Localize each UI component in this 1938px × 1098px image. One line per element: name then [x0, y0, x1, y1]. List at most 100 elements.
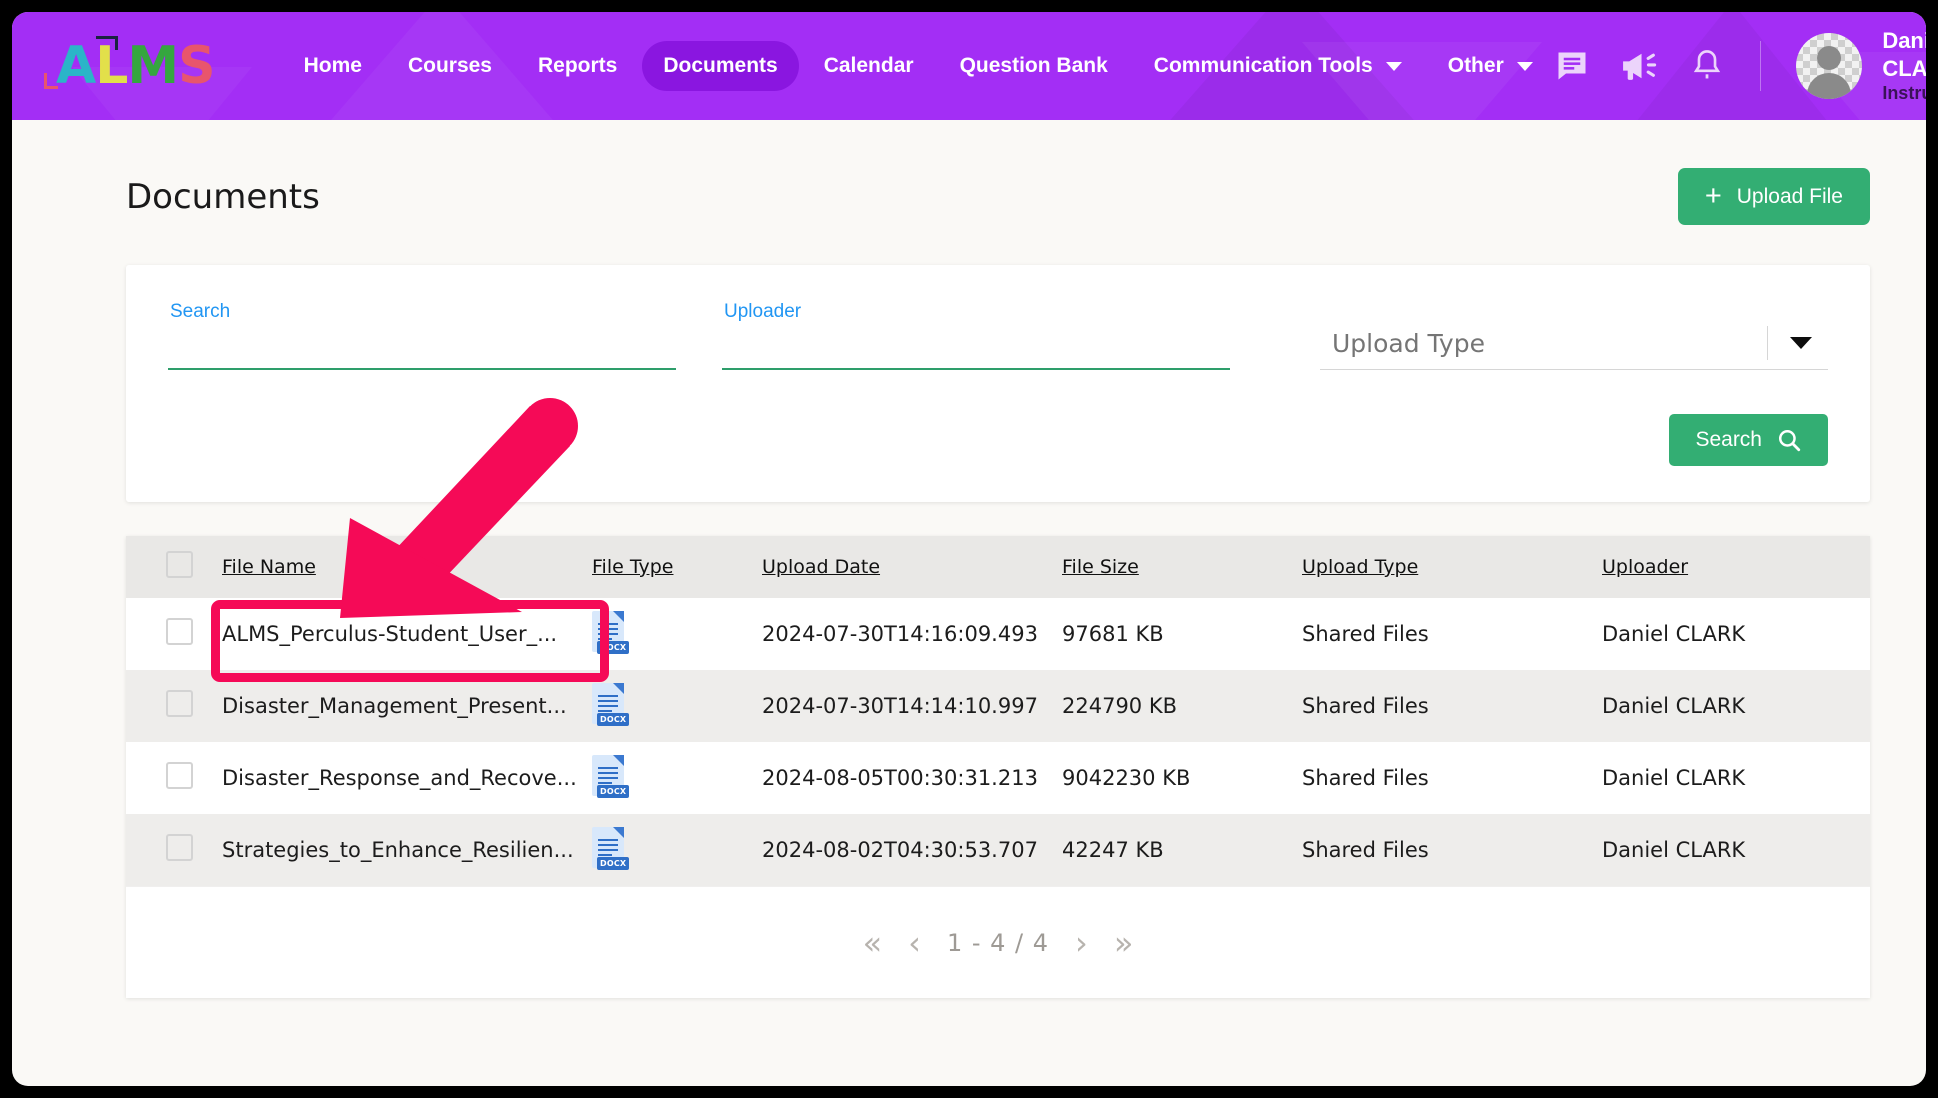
uploader-label: Uploader	[724, 301, 802, 322]
upload-file-label: Upload File	[1736, 184, 1843, 208]
avatar[interactable]	[1796, 33, 1863, 99]
app-window: A L M S Home Courses Reports Documents C…	[12, 12, 1926, 1086]
search-input[interactable]	[168, 323, 676, 370]
cell-file-size: 9042230 KB	[1062, 766, 1191, 790]
user-info[interactable]: Daniel CLARK Instructor	[1882, 27, 1926, 105]
row-select-cell	[126, 670, 222, 742]
row-checkbox[interactable]	[166, 690, 193, 717]
nav-label: Calendar	[823, 54, 914, 77]
cell-file-name[interactable]: Strategies_to_Enhance_Resilien...	[222, 814, 592, 886]
row-select-cell	[126, 742, 222, 814]
cell-file-name[interactable]: Disaster_Management_Present...	[222, 670, 592, 742]
chevron-down-icon	[1385, 61, 1402, 71]
cell-upload-type: Shared Files	[1302, 622, 1429, 646]
uploader-input[interactable]	[722, 323, 1230, 370]
message-icon[interactable]	[1554, 48, 1590, 84]
nav-item-other[interactable]: Other	[1427, 41, 1554, 91]
uploader-field-group: Uploader	[722, 301, 1230, 370]
row-checkbox[interactable]	[166, 762, 193, 789]
documents-table: File Name File Type Upload Date File Siz…	[126, 536, 1870, 886]
table-row[interactable]: Disaster_Management_Present... DOCX 2024…	[126, 670, 1870, 742]
cell-upload-type: Shared Files	[1302, 694, 1429, 718]
nav-label: Reports	[537, 54, 618, 77]
logo-letter-m: M	[127, 36, 179, 96]
table-head: File Name File Type Upload Date File Siz…	[126, 536, 1870, 598]
nav-item-courses[interactable]: Courses	[387, 41, 513, 91]
column-header-upload-type[interactable]: Upload Type	[1302, 536, 1602, 598]
table-row[interactable]: Disaster_Response_and_Recove... DOCX 202…	[126, 742, 1870, 814]
select-all-header	[126, 536, 222, 598]
cell-uploader: Daniel CLARK	[1602, 766, 1746, 790]
nav-label: Question Bank	[959, 54, 1108, 77]
column-header-uploader[interactable]: Uploader	[1602, 536, 1870, 598]
alms-logo[interactable]: A L M S	[44, 36, 216, 96]
column-header-file-type[interactable]: File Type	[592, 536, 762, 598]
filter-fields-row: Search Uploader Upload Type	[168, 299, 1828, 370]
chevron-down-icon[interactable]	[1790, 336, 1812, 349]
page-body: Documents + Upload File Search Uploader	[12, 120, 1926, 998]
column-header-upload-date[interactable]: Upload Date	[762, 536, 1062, 598]
cell-upload-type: Shared Files	[1302, 838, 1429, 862]
column-label: Uploader	[1602, 556, 1689, 578]
select-all-checkbox[interactable]	[166, 551, 193, 578]
announcement-icon[interactable]	[1620, 48, 1660, 84]
cell-file-type: DOCX	[592, 814, 762, 886]
nav-item-home[interactable]: Home	[283, 41, 383, 91]
nav-item-calendar[interactable]: Calendar	[803, 41, 935, 91]
top-navigation-bar: A L M S Home Courses Reports Documents C…	[12, 12, 1926, 120]
upload-type-select[interactable]: Upload Type	[1320, 321, 1828, 370]
nav-item-reports[interactable]: Reports	[517, 41, 638, 91]
docx-badge-label: DOCX	[597, 857, 630, 870]
header-actions: Daniel CLARK Instructor	[1554, 27, 1926, 105]
pagination-prev-button[interactable]: ‹	[908, 927, 921, 959]
notification-bell-icon[interactable]	[1690, 48, 1724, 84]
row-checkbox[interactable]	[166, 834, 193, 861]
logo-mark-top-right	[96, 36, 118, 50]
cell-file-size: 42247 KB	[1062, 838, 1164, 862]
nav-item-communication-tools[interactable]: Communication Tools	[1133, 41, 1423, 91]
select-divider	[1767, 325, 1768, 360]
nav-item-question-bank[interactable]: Question Bank	[939, 41, 1129, 91]
upload-type-placeholder: Upload Type	[1332, 329, 1485, 358]
cell-file-type: DOCX	[592, 598, 762, 670]
nav-item-documents[interactable]: Documents	[642, 41, 799, 91]
cell-file-name[interactable]: Disaster_Response_and_Recove...	[222, 742, 592, 814]
logo-letter-a: A	[56, 36, 96, 96]
documents-table-card: File Name File Type Upload Date File Siz…	[126, 536, 1870, 998]
column-label: File Size	[1062, 556, 1139, 578]
column-label: Upload Type	[1302, 556, 1419, 578]
cell-upload-date: 2024-07-30T14:14:10.997	[762, 694, 1038, 718]
cell-uploader: Daniel CLARK	[1602, 694, 1746, 718]
search-button[interactable]: Search	[1669, 414, 1828, 466]
cell-uploader: Daniel CLARK	[1602, 622, 1746, 646]
column-header-file-name[interactable]: File Name	[222, 536, 592, 598]
nav-label: Home	[303, 54, 362, 77]
avatar-head	[1817, 46, 1842, 70]
logo-mark-bottom-left	[44, 73, 58, 89]
column-header-file-size[interactable]: File Size	[1062, 536, 1302, 598]
cell-file-name[interactable]: ALMS_Perculus-Student_User_...	[222, 598, 592, 670]
table-row[interactable]: ALMS_Perculus-Student_User_... DOCX 2024…	[126, 598, 1870, 670]
docx-badge-label: DOCX	[597, 641, 630, 654]
nav-label: Documents	[663, 54, 778, 77]
table-header-row: File Name File Type Upload Date File Siz…	[126, 536, 1870, 598]
table-row[interactable]: Strategies_to_Enhance_Resilien... DOCX 2…	[126, 814, 1870, 886]
nav-label: Communication Tools	[1153, 54, 1373, 77]
pagination-next-button[interactable]: ›	[1075, 927, 1088, 959]
upload-type-field-group: Upload Type	[1320, 299, 1828, 370]
column-label: File Type	[592, 556, 674, 578]
header-divider	[1759, 41, 1761, 91]
cell-uploader: Daniel CLARK	[1602, 838, 1746, 862]
table-body: ALMS_Perculus-Student_User_... DOCX 2024…	[126, 598, 1870, 886]
pagination-range-label: 1 - 4 / 4	[946, 928, 1050, 957]
row-checkbox[interactable]	[166, 618, 193, 645]
cell-file-type: DOCX	[592, 742, 762, 814]
pagination-last-button[interactable]: »	[1114, 927, 1134, 959]
docx-file-icon: DOCX	[592, 827, 630, 870]
filter-panel: Search Uploader Upload Type Search	[126, 265, 1870, 502]
upload-file-button[interactable]: + Upload File	[1677, 168, 1870, 225]
pagination-first-button[interactable]: «	[863, 927, 883, 959]
avatar-body	[1807, 73, 1852, 99]
plus-icon: +	[1704, 180, 1722, 212]
page-title: Documents	[126, 176, 320, 217]
